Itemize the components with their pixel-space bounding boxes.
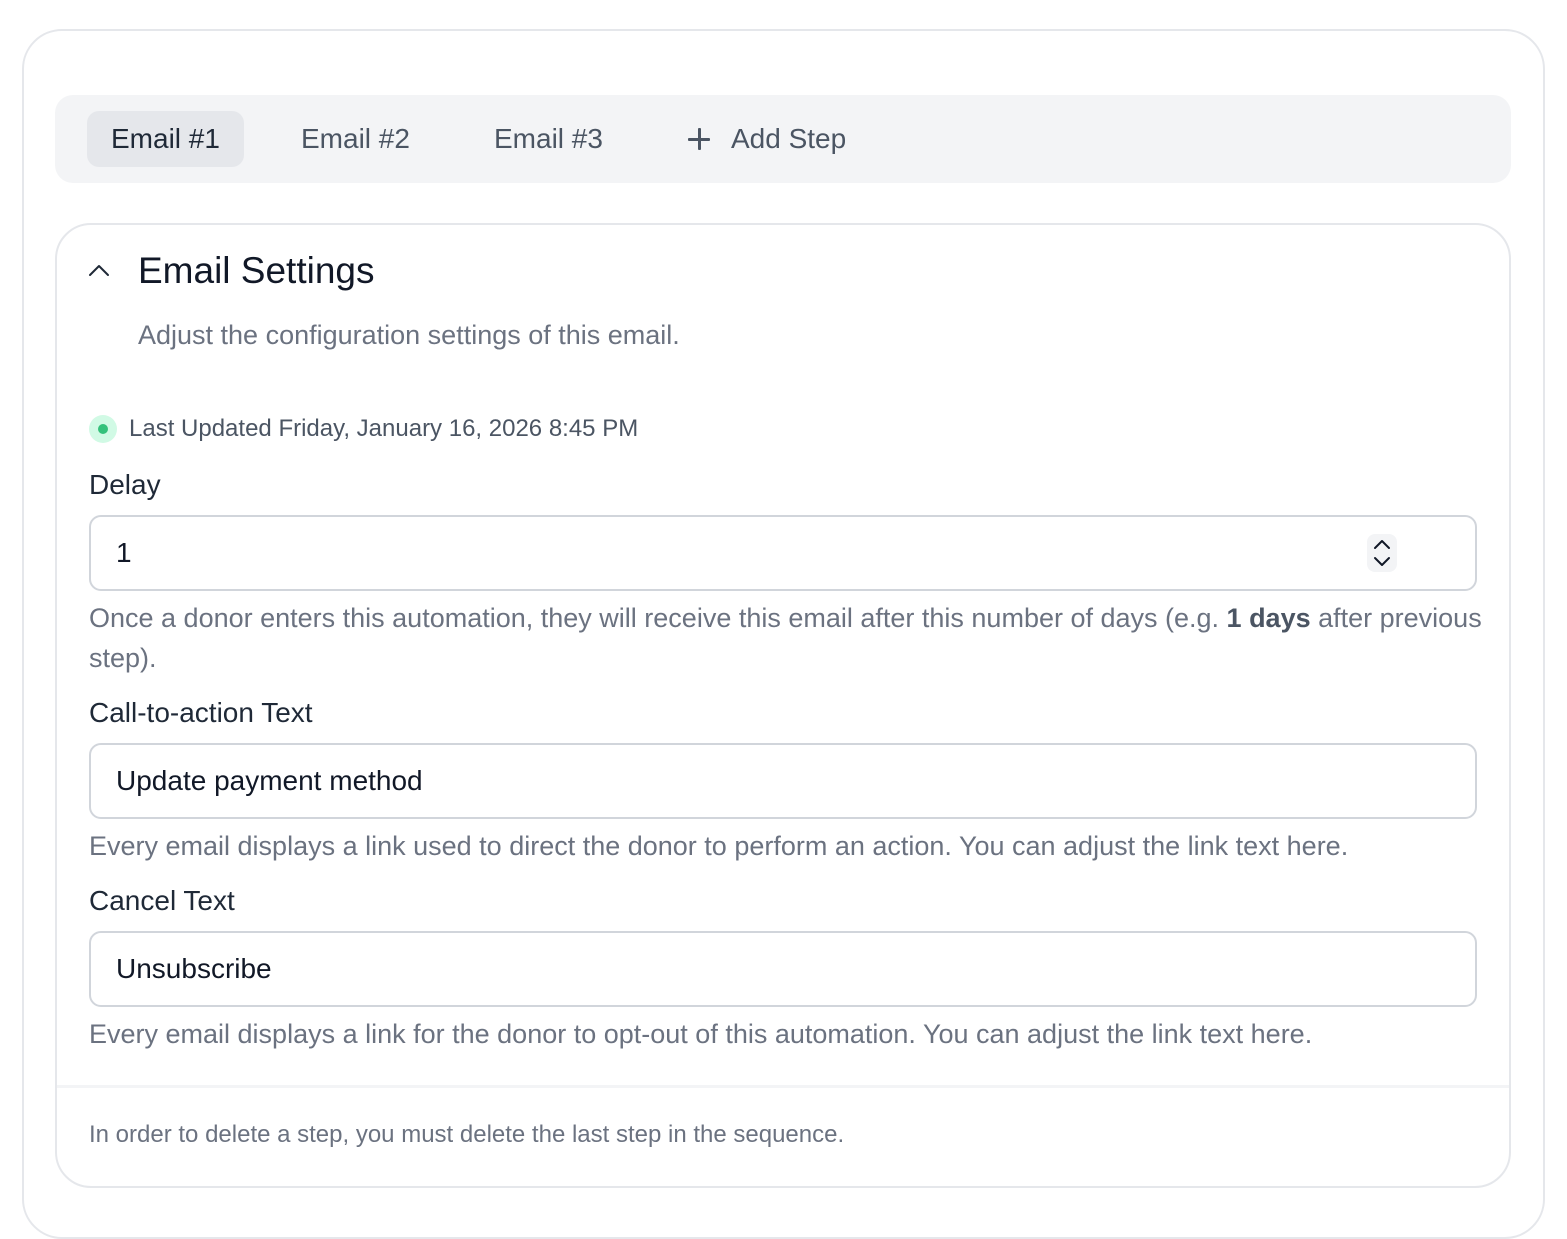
- status-dot-icon: [89, 415, 117, 443]
- last-updated-text: Last Updated Friday, January 16, 2026 8:…: [129, 415, 639, 442]
- footer-divider: [57, 1085, 1509, 1088]
- tab-email-2[interactable]: Email #2: [277, 111, 434, 167]
- section-description: Adjust the configuration settings of thi…: [138, 320, 680, 350]
- plus-icon: [687, 127, 711, 151]
- section-title: Email Settings: [138, 250, 375, 291]
- delay-stepper[interactable]: [1367, 534, 1397, 572]
- cancel-label: Cancel Text: [89, 885, 235, 916]
- chevron-up-icon[interactable]: [88, 260, 110, 282]
- delay-help-text: Once a donor enters this automation, the…: [89, 603, 1482, 673]
- add-step-label: Add Step: [731, 123, 847, 154]
- delay-input[interactable]: [89, 515, 1477, 591]
- last-updated-status: Last Updated Friday, January 16, 2026 8:…: [89, 413, 638, 445]
- delay-help-bold: 1 days: [1226, 603, 1311, 633]
- cta-text-input[interactable]: [89, 743, 1477, 819]
- cancel-text-input[interactable]: [89, 931, 1477, 1007]
- tab-email-1[interactable]: Email #1: [87, 111, 244, 167]
- add-step-button[interactable]: Add Step: [663, 111, 870, 167]
- cta-help-text: Every email displays a link used to dire…: [89, 831, 1349, 861]
- delete-step-note: In order to delete a step, you must dele…: [89, 1121, 845, 1148]
- cta-label: Call-to-action Text: [89, 697, 313, 728]
- delay-label: Delay: [89, 469, 161, 500]
- tab-email-3[interactable]: Email #3: [470, 111, 627, 167]
- email-steps-tabs: Email #1 Email #2 Email #3 Add Step: [55, 95, 1511, 183]
- email-settings-card: Email Settings Adjust the configuration …: [55, 223, 1511, 1188]
- cancel-help-text: Every email displays a link for the dono…: [89, 1019, 1313, 1049]
